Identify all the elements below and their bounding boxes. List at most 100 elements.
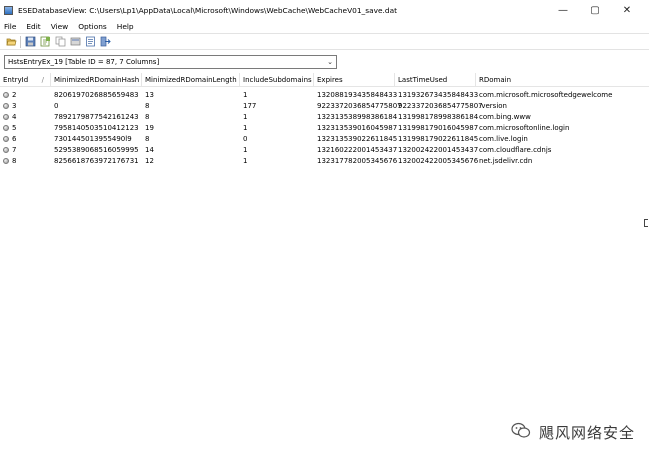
window-controls: — ▢ ✕ [547, 0, 643, 20]
close-button[interactable]: ✕ [611, 0, 643, 20]
cell-hash: 0 [54, 102, 59, 110]
cell-last-time-used: 131998179016045987 [398, 124, 479, 132]
cell-rdomain: net.jsdelivr.cdn [479, 157, 533, 165]
column-header-minimizedrdomainlength[interactable]: MinimizedRDomainLength [142, 73, 240, 87]
cell-hash: 7958140503510412123 [54, 124, 139, 132]
cell-rdomain: com.bing.www [479, 113, 531, 121]
column-header-entryid[interactable]: EntryId / [0, 73, 51, 87]
column-header-expires[interactable]: Expires [314, 73, 395, 87]
table-row[interactable]: 6 7301445013955490l9 8 0 132313539022611… [0, 134, 649, 145]
cell-hash: 7892179877542161243 [54, 113, 139, 121]
open-icon[interactable] [5, 36, 17, 48]
cell-length: 8 [145, 113, 150, 121]
chevron-down-icon[interactable]: ⌄ [327, 56, 333, 68]
record-icon [3, 103, 9, 109]
record-icon [3, 158, 9, 164]
cell-expires: 132313539016045987 [317, 124, 398, 132]
cell-entryid: 4 [0, 112, 51, 123]
column-header-rdomain[interactable]: RDomain [476, 73, 649, 87]
cell-expires: 9223372036854775807 [317, 102, 402, 110]
export-icon[interactable] [39, 36, 51, 48]
cell-entryid: 2 [0, 90, 51, 101]
minimize-button[interactable]: — [547, 0, 579, 20]
column-header-minimizedrdomainhash[interactable]: MinimizedRDomainHash [51, 73, 142, 87]
cell-rdomain: :version [479, 102, 507, 110]
column-header-includesubdomains[interactable]: IncludeSubdomains [240, 73, 314, 87]
cell-entryid: 5 [0, 123, 51, 134]
cell-last-time-used: 9223372036854775807 [398, 102, 483, 110]
cell-rdomain: com.cloudflare.cdnjs [479, 146, 552, 154]
cell-length: 8 [145, 102, 150, 110]
properties-icon[interactable] [69, 36, 81, 48]
cell-expires: 132160222001453437 [317, 146, 398, 154]
cell-last-time-used: 132002422001453437 [398, 146, 479, 154]
menu-edit[interactable]: Edit [21, 22, 45, 31]
record-icon [3, 125, 9, 131]
table-selector[interactable]: HstsEntryEx_19 [Table ID = 87, 7 Columns… [4, 55, 337, 69]
cell-include-subdomains: 1 [243, 157, 248, 165]
record-icon [3, 114, 9, 120]
cell-expires: 132317782005345676 [317, 157, 398, 165]
cell-hash: 8256618763972176731 [54, 157, 139, 165]
wechat-icon [511, 422, 531, 443]
save-icon[interactable] [24, 36, 36, 48]
maximize-button[interactable]: ▢ [579, 0, 611, 20]
table-selector-value: HstsEntryEx_19 [Table ID = 87, 7 Columns… [8, 58, 160, 66]
cell-rdomain: com.live.login [479, 135, 528, 143]
cell-length: 12 [145, 157, 154, 165]
sort-indicator-icon: / [41, 76, 44, 84]
cell-entryid: 7 [0, 145, 51, 156]
toolbar [0, 33, 649, 50]
cell-include-subdomains: 1 [243, 124, 248, 132]
copy-icon[interactable] [54, 36, 66, 48]
table-row[interactable]: 4 7892179877542161243 8 1 13231353899838… [0, 112, 649, 123]
cell-last-time-used: 131998178998386184 [398, 113, 479, 121]
table-row[interactable]: 7 5295389068516059995 14 1 1321602220014… [0, 145, 649, 156]
cell-last-time-used: 132002422005345676 [398, 157, 479, 165]
cell-length: 19 [145, 124, 154, 132]
records-grid: EntryId / MinimizedRDomainHash Minimized… [0, 73, 649, 455]
record-icon [3, 92, 9, 98]
grid-header: EntryId / MinimizedRDomainHash Minimized… [0, 73, 649, 87]
menu-file[interactable]: File [0, 22, 21, 31]
watermark-text: 飓风网络安全 [538, 424, 635, 442]
column-header-lasttimeused[interactable]: LastTimeUsed [395, 73, 476, 87]
cell-expires: 132313539022611845 [317, 135, 398, 143]
table-row[interactable]: 5 7958140503510412123 19 1 1323135390160… [0, 123, 649, 134]
window-title: ESEDatabaseView: C:\Users\Lp1\AppData\Lo… [18, 5, 398, 15]
exit-icon[interactable] [99, 36, 111, 48]
column-header-label: EntryId [3, 76, 29, 84]
cell-hash: 7301445013955490l9 [54, 135, 132, 143]
cell-length: 14 [145, 146, 154, 154]
cell-rdomain: com.microsoftonline.login [479, 124, 570, 132]
record-icon [3, 136, 9, 142]
cell-rdomain: com.microsoft.microsoftedgewelcome [479, 91, 613, 99]
menu-bar: File Edit View Options Help [0, 20, 649, 33]
splitter-handle[interactable] [644, 219, 648, 227]
cell-hash: 5295389068516059995 [54, 146, 139, 154]
menu-help[interactable]: Help [112, 22, 139, 31]
cell-expires: 132313538998386184 [317, 113, 398, 121]
cell-include-subdomains: 1 [243, 113, 248, 121]
cell-entryid: 8 [0, 156, 51, 167]
table-row[interactable]: 8 8256618763972176731 12 1 1323177820053… [0, 156, 649, 167]
watermark: 飓风网络安全 [511, 422, 635, 443]
table-row[interactable]: 3 0 8 177 9223372036854775807 9223372036… [0, 101, 649, 112]
cell-expires: 132088193435848433 [317, 91, 398, 99]
cell-entryid: 6 [0, 134, 51, 145]
cell-hash: 8206197026885659483 [54, 91, 139, 99]
toolbar-separator [20, 35, 21, 48]
title-bar: ESEDatabaseView: C:\Users\Lp1\AppData\Lo… [0, 0, 649, 20]
menu-options[interactable]: Options [73, 22, 112, 31]
menu-view[interactable]: View [46, 22, 74, 31]
cell-last-time-used: 131998179022611845 [398, 135, 479, 143]
cell-include-subdomains: 1 [243, 91, 248, 99]
cell-include-subdomains: 177 [243, 102, 257, 110]
report-icon[interactable] [84, 36, 96, 48]
cell-include-subdomains: 1 [243, 146, 248, 154]
cell-last-time-used: 131932673435848433 [398, 91, 479, 99]
cell-include-subdomains: 0 [243, 135, 248, 143]
table-row[interactable]: 2 8206197026885659483 13 1 1320881934358… [0, 90, 649, 101]
cell-entryid: 3 [0, 101, 51, 112]
cell-length: 13 [145, 91, 154, 99]
